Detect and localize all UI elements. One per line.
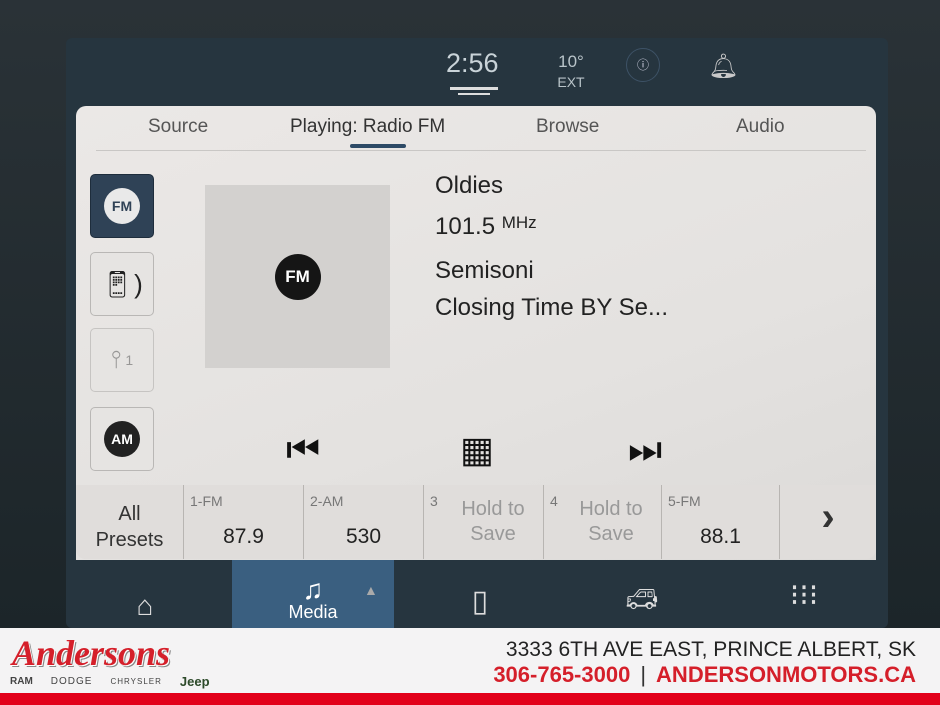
brand-logos: RAM DODGE CHRYSLER Jeep: [10, 674, 210, 689]
andersons-logo: Andersons: [12, 633, 171, 673]
keypad-grid-icon[interactable]: ▦: [460, 430, 494, 470]
previous-track-icon[interactable]: ⏮︎: [286, 430, 320, 470]
next-track-icon[interactable]: ⏭︎: [628, 430, 662, 470]
song-title: Closing Time BY Se...: [435, 294, 668, 321]
preset-5[interactable]: 5-FM 88.1: [662, 485, 780, 559]
artist-name: Semisoni: [435, 257, 534, 284]
tab-source[interactable]: Source: [148, 116, 208, 138]
frequency-unit: MHz: [501, 213, 537, 232]
am-icon: AM: [104, 421, 140, 457]
source-fm-button[interactable]: FM: [90, 174, 154, 238]
home-icon[interactable]: ⌂: [120, 560, 170, 628]
frequency-value: 101.5: [435, 213, 496, 240]
phone-audio-icon: 📱︎): [101, 268, 143, 299]
presets-bar: All Presets 1-FM 87.9 2-AM 530 3 Hold to…: [76, 485, 876, 559]
station-genre: Oldies: [435, 172, 504, 199]
preset-value: 530: [345, 525, 382, 548]
all-presets-button[interactable]: All Presets: [76, 485, 184, 559]
usb-count: 1: [125, 352, 134, 368]
next-presets-button[interactable]: ›: [780, 485, 876, 559]
preset-number: 3: [430, 493, 438, 509]
temperature-label: EXT: [557, 74, 585, 90]
clock[interactable]: 2:56: [446, 48, 499, 79]
vehicle-icon[interactable]: 🚙︎: [620, 560, 664, 628]
apps-grid-icon[interactable]: ⁝⁝⁝: [784, 560, 824, 628]
red-strip: [0, 693, 940, 705]
preset-value: 87.9: [223, 525, 264, 548]
dealer-contact: 306-765-3000 | ANDERSONMOTORS.CA: [493, 662, 916, 688]
active-tab-indicator: [350, 144, 406, 148]
clock-underline: [458, 93, 490, 95]
notification-bell-icon[interactable]: 🔔︎: [708, 52, 738, 81]
source-am-button[interactable]: AM: [90, 407, 154, 471]
preset-number: 1-FM: [190, 493, 223, 509]
fm-icon: FM: [104, 188, 140, 224]
usb-icon: ⫯: [110, 346, 122, 373]
chevron-right-icon: ›: [821, 495, 835, 539]
ram-logo: RAM: [10, 676, 33, 687]
preset-value: 88.1: [700, 525, 741, 548]
media-nav-button[interactable]: ♫ Media ▲: [232, 560, 394, 628]
media-label: Media: [288, 602, 338, 622]
divider: [96, 150, 866, 151]
separator: |: [640, 662, 647, 687]
dealer-address: 3333 6TH AVE EAST, PRINCE ALBERT, SK: [505, 638, 916, 661]
fm-logo: FM: [274, 253, 321, 300]
tab-browse[interactable]: Browse: [536, 116, 599, 138]
jeep-logo: Jeep: [179, 674, 210, 689]
tab-audio[interactable]: Audio: [736, 116, 785, 138]
expand-up-icon: ▲: [364, 582, 378, 598]
station-frequency: 101.5 MHz: [435, 213, 537, 241]
preset-4[interactable]: 4 Hold to Save: [544, 485, 662, 559]
source-bluetooth-button[interactable]: 📱︎): [90, 252, 154, 316]
all-presets-label: All Presets: [95, 503, 164, 551]
preset-number: 5-FM: [668, 493, 701, 509]
preset-2[interactable]: 2-AM 530: [304, 485, 424, 559]
dealer-phone[interactable]: 306-765-3000: [493, 662, 630, 687]
preset-number: 4: [550, 493, 558, 509]
preset-3[interactable]: 3 Hold to Save: [424, 485, 544, 559]
preset-number: 2-AM: [310, 493, 344, 509]
dodge-logo: DODGE: [50, 676, 93, 687]
phone-icon[interactable]: ▯: [460, 560, 500, 628]
chrysler-logo: CHRYSLER: [110, 677, 162, 686]
source-usb-button[interactable]: ⫯ 1: [90, 328, 154, 392]
preset-1[interactable]: 1-FM 87.9: [184, 485, 304, 559]
dealer-website[interactable]: ANDERSONMOTORS.CA: [656, 662, 916, 687]
outside-temperature: 10°: [558, 52, 584, 71]
compass-icon[interactable]: ⓘ: [626, 48, 660, 82]
bottom-nav: ⌂ ♫ Media ▲ ▯ 🚙︎ ⁝⁝⁝: [80, 560, 870, 628]
clock-underline: [450, 87, 498, 90]
preset-value: Hold to Save: [461, 498, 525, 545]
preset-value: Hold to Save: [579, 498, 643, 545]
tab-playing[interactable]: Playing: Radio FM: [290, 116, 445, 138]
album-art: FM: [205, 185, 390, 368]
